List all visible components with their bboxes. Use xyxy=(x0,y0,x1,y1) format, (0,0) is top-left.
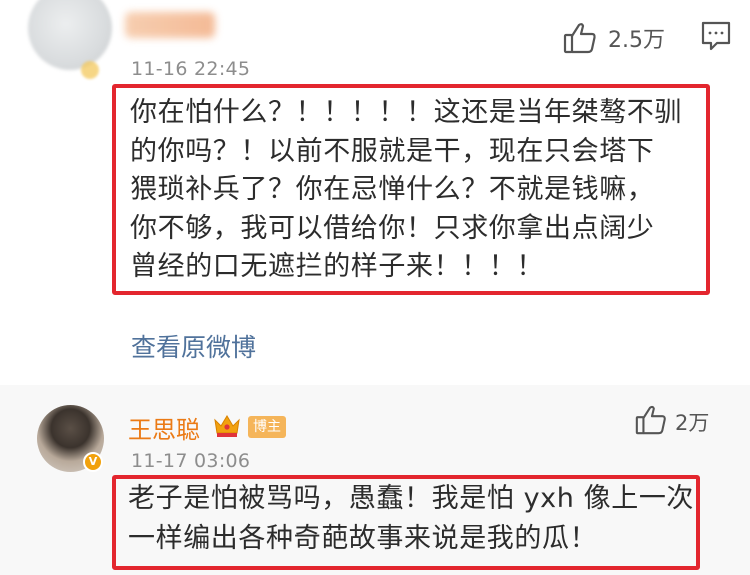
comment-timestamp: 11-16 22:45 xyxy=(131,58,251,80)
comment-text-line: 一样编出各种奇葩故事来说是我的瓜！ xyxy=(128,523,598,554)
comment-text: 老子是怕被骂吗，愚蠢！我是怕 yxh 像上一次 一样编出各种奇葩故事来说是我的瓜… xyxy=(128,479,693,559)
username[interactable]: 王思聪 xyxy=(128,410,200,445)
like-count: 2.5万 xyxy=(608,28,665,53)
username-blurred[interactable] xyxy=(125,12,215,38)
comment-bubble-icon[interactable] xyxy=(700,19,732,53)
thumbs-up-icon[interactable] xyxy=(634,403,668,437)
comment-text-line: 你在怕什么？！！！！！这还是当年桀骜不驯 xyxy=(130,97,682,128)
crown-icon xyxy=(214,415,240,437)
comment-text-line: 你不够，我可以借给你！只求你拿出点阔少 xyxy=(130,212,655,244)
comment-text-line: 曾经的口无遮拦的样子来！！！！ xyxy=(130,251,544,282)
comment-timestamp: 11-17 03:06 xyxy=(131,450,251,472)
thumbs-up-icon[interactable] xyxy=(562,20,598,56)
like-count: 2万 xyxy=(675,411,710,435)
verified-badge-icon: V xyxy=(83,452,103,472)
author-badge: 博主 xyxy=(248,416,286,438)
comment-text-line: 老子是怕被骂吗，愚蠢！我是怕 yxh 像上一次 xyxy=(128,483,695,514)
comment-text-line: 的你吗？！以前不服就是干，现在只会塔下 xyxy=(130,135,655,167)
comment-text-line: 猥琐补兵了？你在忌惮什么？不就是钱嘛， xyxy=(130,174,655,205)
comment-text: 你在怕什么？！！！！！这还是当年桀骜不驯 的你吗？！以前不服就是干，现在只会塔下… xyxy=(130,94,700,287)
view-original-link[interactable]: 查看原微博 xyxy=(131,328,256,364)
verified-badge-icon xyxy=(81,61,99,79)
